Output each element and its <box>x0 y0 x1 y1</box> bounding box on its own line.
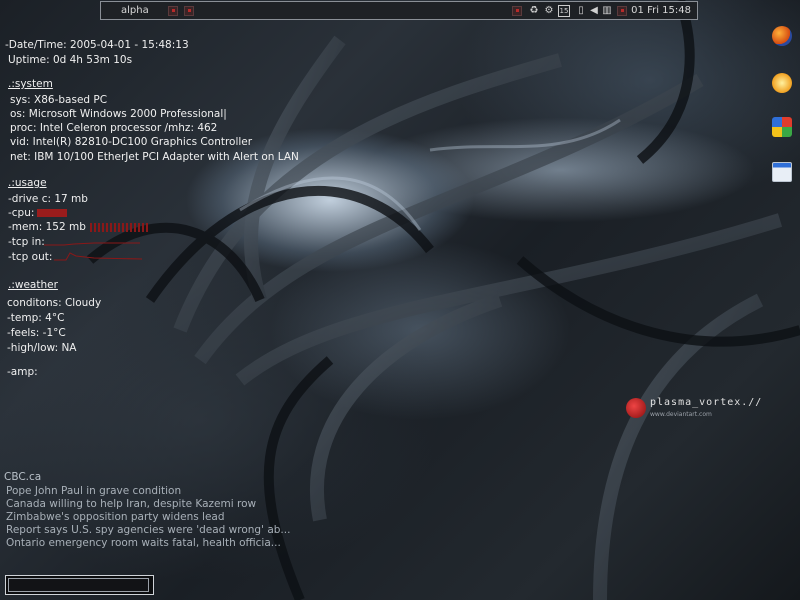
tcp-in-label: -tcp in: <box>8 236 45 248</box>
drive-usage: -drive c: 17 mb <box>8 193 88 205</box>
system-header: .:system <box>8 78 53 90</box>
windows-icon[interactable] <box>772 117 792 137</box>
tcp-in-graph <box>44 242 140 246</box>
news-item[interactable]: Zimbabwe's opposition party widens lead <box>6 511 225 523</box>
firefox-icon[interactable] <box>772 26 792 46</box>
weather-conditions: conditons: Cloudy <box>7 297 102 309</box>
weather-feels: -feels: -1°C <box>7 327 66 339</box>
display-icon[interactable]: ▥ <box>601 5 613 17</box>
recycle-icon[interactable]: ♻ <box>528 5 540 17</box>
usage-header: .:usage <box>8 177 47 189</box>
wallpaper-swirls <box>86 0 800 600</box>
logo-title: plasma_vortex.// <box>650 397 763 408</box>
weather-temp: -temp: 4°C <box>7 312 65 324</box>
news-item[interactable]: Report says U.S. spy agencies were 'dead… <box>6 524 290 536</box>
cpu-row: -cpu: <box>8 207 68 219</box>
sys-info: sys: X86-based PC <box>10 94 108 106</box>
window-icon[interactable] <box>772 162 792 182</box>
mem-row: -mem: 152 mb <box>8 221 150 233</box>
amp-status: -amp: <box>7 366 38 378</box>
desktop-wallpaper <box>0 0 800 600</box>
logo-badge-icon <box>626 398 646 418</box>
active-window-title[interactable]: alpha <box>121 5 149 16</box>
calendar-badge[interactable]: 15 <box>558 5 570 17</box>
news-item[interactable]: Canada willing to help Iran, despite Kaz… <box>6 498 256 510</box>
date-time: -Date/Time: 2005-04-01 - 15:48:13 <box>5 39 189 51</box>
uptime: Uptime: 0d 4h 53m 10s <box>8 54 133 66</box>
connection-icon[interactable]: ▯ <box>575 5 587 17</box>
minimize-button[interactable] <box>168 6 178 16</box>
news-source[interactable]: CBC.ca <box>4 471 41 483</box>
tcp-out-graph <box>54 252 142 261</box>
tcp-out-label: -tcp out: <box>8 251 53 263</box>
news-item[interactable]: Ontario emergency room waits fatal, heal… <box>6 537 281 549</box>
tray-button-2[interactable] <box>617 6 627 16</box>
weather-highlow: -high/low: NA <box>7 342 77 354</box>
news-item[interactable]: Pope John Paul in grave condition <box>6 485 181 497</box>
mem-label: -mem: 152 mb <box>8 221 86 233</box>
network-icon[interactable]: ⚙ <box>543 5 555 17</box>
clock[interactable]: 01 Fri 15:48 <box>631 5 691 16</box>
close-button[interactable] <box>184 6 194 16</box>
run-command-box <box>5 575 154 595</box>
run-command-input[interactable] <box>8 578 149 592</box>
weather-header: .:weather <box>8 279 58 291</box>
volume-icon[interactable]: ◀ <box>588 5 600 17</box>
weather-icon[interactable] <box>772 73 792 93</box>
tray-button[interactable] <box>512 6 522 16</box>
top-taskbar: alpha ♻ ⚙ 15 ▯ ◀ ▥ 01 Fri 15:48 <box>100 1 698 20</box>
vid-info: vid: Intel(R) 82810-DC100 Graphics Contr… <box>10 136 253 148</box>
cpu-label: -cpu: <box>8 207 35 219</box>
os-info: os: Microsoft Windows 2000 Professional| <box>10 108 227 120</box>
logo-url: www.deviantart.com <box>650 411 712 418</box>
net-info: net: IBM 10/100 EtherJet PCI Adapter wit… <box>10 151 299 163</box>
mem-bar <box>89 222 150 232</box>
proc-info: proc: Intel Celeron processor /mhz: 462 <box>10 122 218 134</box>
wallpaper-logo: plasma_vortex.// www.deviantart.com <box>620 393 772 425</box>
cpu-bar <box>37 209 68 217</box>
